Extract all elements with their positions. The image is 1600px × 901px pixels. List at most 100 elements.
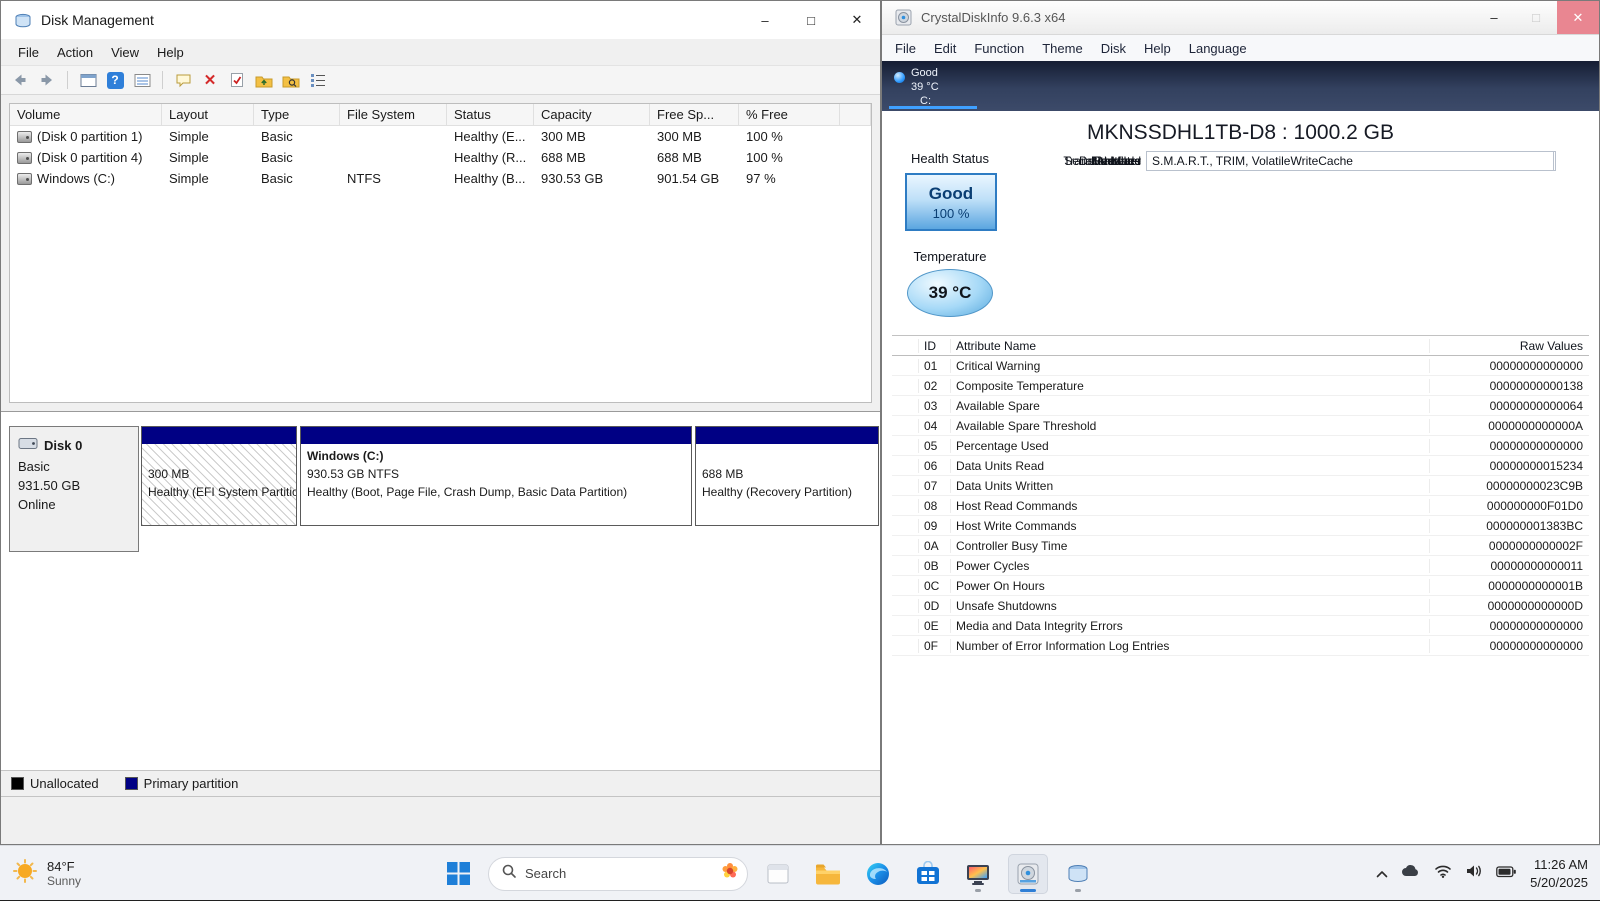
smart-row[interactable]: 03 Available Spare 00000000000064 [892, 396, 1589, 416]
legend: Unallocated Primary partition [1, 770, 880, 796]
disk0-info-box[interactable]: Disk 0 Basic 931.50 GB Online [9, 426, 139, 552]
menu-item[interactable]: View [102, 39, 148, 65]
comment-icon[interactable] [172, 69, 194, 91]
smart-row[interactable]: 0A Controller Busy Time 0000000000002F [892, 536, 1589, 556]
volume-row[interactable]: (Disk 0 partition 4) Simple Basic Health… [10, 147, 871, 168]
start-button[interactable] [438, 854, 478, 894]
disk-management-taskbar-icon[interactable] [1058, 854, 1098, 894]
minimize-button[interactable]: – [742, 1, 788, 39]
delete-icon[interactable]: ✕ [199, 69, 221, 91]
info-label: Features [1093, 154, 1141, 168]
volume-row[interactable]: (Disk 0 partition 1) Simple Basic Health… [10, 126, 871, 147]
partition-recovery[interactable]: 688 MB Healthy (Recovery Partition) [695, 426, 879, 526]
properties-icon[interactable] [307, 69, 329, 91]
battery-icon[interactable] [1496, 865, 1517, 883]
volume-layout: Simple [169, 171, 209, 186]
smart-row[interactable]: 0D Unsafe Shutdowns 0000000000000D [892, 596, 1589, 616]
weather-widget[interactable]: 84°F Sunny [12, 846, 81, 901]
minimize-button[interactable]: – [1473, 1, 1515, 34]
volume-row[interactable]: Windows (C:) Simple Basic NTFS Healthy (… [10, 168, 871, 189]
wifi-icon[interactable] [1434, 863, 1452, 884]
smart-row[interactable]: 05 Percentage Used 00000000000000 [892, 436, 1589, 456]
clock[interactable]: 11:26 AM 5/20/2025 [1530, 856, 1588, 891]
partition-status: Healthy (Boot, Page File, Crash Dump, Ba… [307, 485, 628, 499]
search-highlight-flower-icon[interactable] [720, 861, 740, 886]
menu-item[interactable]: File [886, 35, 925, 61]
volume-type: Basic [261, 129, 293, 144]
menu-item[interactable]: Help [148, 39, 193, 65]
back-icon[interactable] [9, 69, 31, 91]
smart-row[interactable]: 09 Host Write Commands 000000001383BC [892, 516, 1589, 536]
app-window-icon[interactable] [758, 854, 798, 894]
smart-attribute-table: ID Attribute Name Raw Values 01 Critical… [892, 335, 1589, 656]
menu-item[interactable]: Help [1135, 35, 1180, 61]
search-box[interactable]: Search [488, 856, 748, 891]
volume-type: Basic [261, 150, 293, 165]
tray-chevron-up-icon[interactable] [1376, 865, 1388, 883]
edge-browser-icon[interactable] [858, 854, 898, 894]
onedrive-cloud-icon[interactable] [1401, 864, 1421, 883]
photos-app-icon[interactable] [958, 854, 998, 894]
close-button[interactable]: ✕ [834, 1, 880, 39]
volume-icon [17, 130, 32, 143]
partition-windows-c[interactable]: Windows (C:) 930.53 GB NTFS Healthy (Boo… [300, 426, 692, 526]
smart-row[interactable]: 06 Data Units Read 00000000015234 [892, 456, 1589, 476]
maximize-button[interactable]: □ [788, 1, 834, 39]
menu-item[interactable]: Disk [1092, 35, 1135, 61]
microsoft-store-icon[interactable] [908, 854, 948, 894]
column-header[interactable]: Status [447, 104, 534, 125]
menu-item[interactable]: Edit [925, 35, 965, 61]
console-window-icon[interactable] [77, 69, 99, 91]
smart-row[interactable]: 0B Power Cycles 00000000000011 [892, 556, 1589, 576]
column-header-label: File System [347, 107, 415, 122]
health-status-button[interactable]: Good 100 % [905, 173, 997, 231]
info-row: Features S.M.A.R.T., TRIM, VolatileWrite… [1004, 151, 1554, 171]
volume-status: Healthy (E... [454, 129, 526, 144]
column-header[interactable]: Type [254, 104, 340, 125]
column-header[interactable]: Capacity [534, 104, 650, 125]
folder-search-icon[interactable] [280, 69, 302, 91]
smart-row[interactable]: 01 Critical Warning 00000000000000 [892, 356, 1589, 376]
menu-item[interactable]: File [9, 39, 48, 65]
volume-free-space: 901.54 GB [657, 171, 720, 186]
column-header[interactable]: Free Sp... [650, 104, 739, 125]
list-view-icon[interactable] [131, 69, 153, 91]
search-placeholder: Search [525, 866, 567, 881]
close-button[interactable]: ✕ [1557, 1, 1599, 34]
partition-efi[interactable]: 300 MB Healthy (EFI System Partition) [141, 426, 297, 526]
folder-up-icon[interactable] [253, 69, 275, 91]
column-header[interactable]: % Free [739, 104, 840, 125]
volume-list: Volume Layout Type File System Status Capacit… [9, 103, 872, 403]
drive-tab-c[interactable]: Good 39 °C C: [886, 64, 978, 110]
menu-item[interactable]: Function [965, 35, 1033, 61]
column-header[interactable]: Volume [10, 104, 162, 125]
smart-raw-value: 0000000000002F [1429, 538, 1589, 553]
drive-model-title: MKNSSDHL1TB-D8 : 1000.2 GB [1087, 121, 1394, 144]
file-explorer-icon[interactable] [808, 854, 848, 894]
volume-free-space: 688 MB [657, 150, 702, 165]
menu-item[interactable]: Theme [1033, 35, 1091, 61]
menu-item[interactable]: Language [1180, 35, 1256, 61]
column-header-label: Type [261, 107, 290, 122]
crystaldiskinfo-taskbar-icon[interactable] [1008, 853, 1048, 894]
smart-row[interactable]: 04 Available Spare Threshold 00000000000… [892, 416, 1589, 436]
drive-info-section: Health Status Good 100 % Temperature 39 … [882, 151, 1599, 327]
smart-row[interactable]: 0E Media and Data Integrity Errors 00000… [892, 616, 1589, 636]
smart-row[interactable]: 0F Number of Error Information Log Entri… [892, 636, 1589, 656]
volume-capacity: 688 MB [541, 150, 586, 165]
smart-row[interactable]: 0C Power On Hours 0000000000001B [892, 576, 1589, 596]
volume-free-space: 300 MB [657, 129, 702, 144]
menu-item[interactable]: Action [48, 39, 102, 65]
menu-item-label: Function [974, 40, 1025, 56]
column-header[interactable]: File System [340, 104, 447, 125]
volume-icon[interactable] [1465, 863, 1483, 884]
check-document-icon[interactable] [226, 69, 248, 91]
smart-row[interactable]: 08 Host Read Commands 000000000F01D0 [892, 496, 1589, 516]
health-status-label: Health Status [910, 151, 990, 166]
forward-icon[interactable] [36, 69, 58, 91]
temperature-button[interactable]: 39 °C [907, 269, 993, 317]
smart-row[interactable]: 02 Composite Temperature 00000000000138 [892, 376, 1589, 396]
smart-row[interactable]: 07 Data Units Written 00000000023C9B [892, 476, 1589, 496]
help-icon[interactable]: ? [104, 69, 126, 91]
column-header[interactable]: Layout [162, 104, 254, 125]
